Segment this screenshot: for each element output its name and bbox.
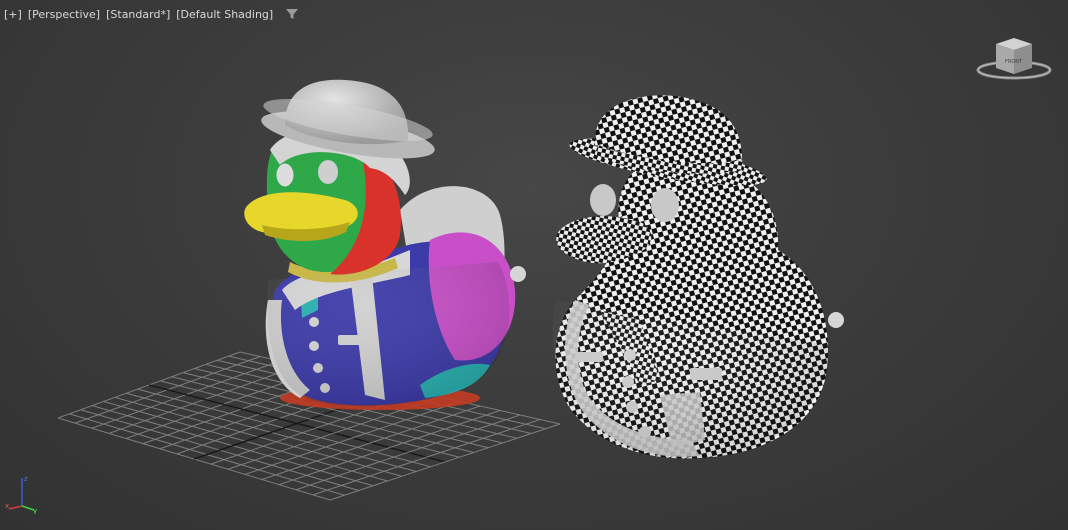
grid-line <box>312 419 541 496</box>
perspective-viewport[interactable]: [+] [Perspective] [Standard*] [Default S… <box>0 0 1068 530</box>
viewport-shader-menu[interactable]: [Standard*] <box>106 8 170 21</box>
axis-y-label: y <box>33 507 37 514</box>
grid-line <box>244 401 461 475</box>
viewport-point-of-view-menu[interactable]: [Perspective] <box>28 8 100 21</box>
axis-z-label: z <box>24 475 28 483</box>
grid-line <box>261 405 481 480</box>
duck-checker-uv <box>552 95 844 459</box>
grid-line <box>295 414 521 491</box>
grid-line <box>278 410 501 486</box>
viewcube-widget[interactable]: FRONT <box>974 36 1054 86</box>
viewport-general-menu[interactable]: [+] <box>4 8 22 21</box>
scene-canvas[interactable] <box>0 0 1068 530</box>
viewport-label-menu: [+] [Perspective] [Standard*] [Default S… <box>4 6 299 22</box>
axis-tripod-icon: z x y <box>5 475 37 514</box>
viewcube-front-label: FRONT <box>1005 59 1023 65</box>
funnel-icon[interactable] <box>285 7 299 21</box>
viewport-shading-menu[interactable]: [Default Shading] <box>176 8 273 21</box>
grid-line <box>329 423 561 501</box>
duck-colored-id <box>244 79 526 410</box>
axis-x-label: x <box>5 502 9 510</box>
